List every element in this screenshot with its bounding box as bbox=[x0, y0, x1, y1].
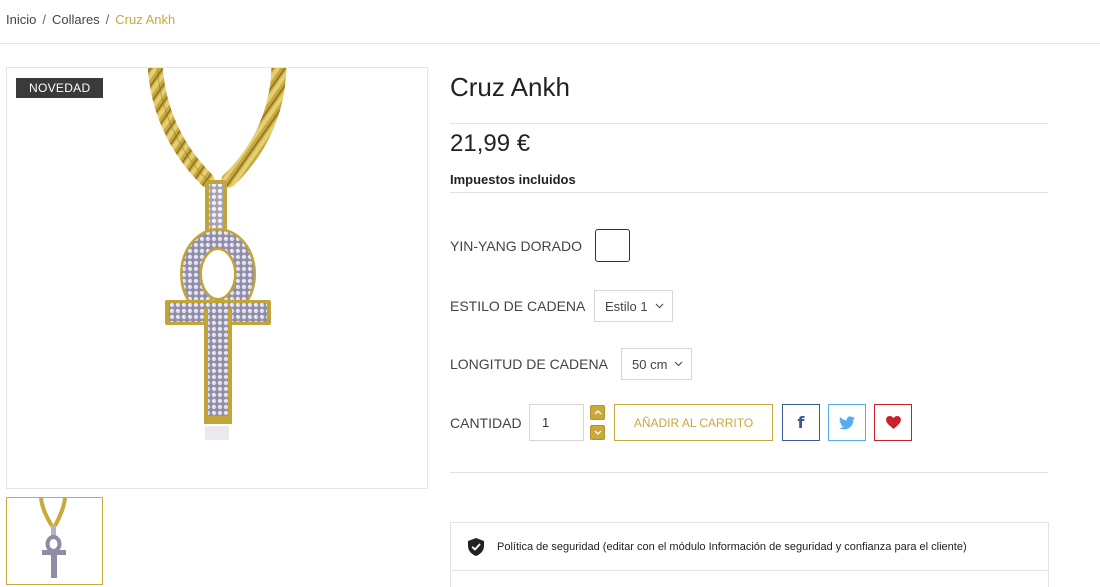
quantity-decrease-button[interactable] bbox=[590, 425, 605, 440]
product-main-image[interactable]: NOVEDAD bbox=[6, 67, 428, 489]
shield-check-icon bbox=[468, 537, 484, 556]
ankh-pendant-image bbox=[147, 68, 287, 440]
breadcrumb-separator: / bbox=[105, 12, 110, 27]
color-swatch[interactable] bbox=[595, 229, 630, 262]
product-price: 21,99 € bbox=[450, 130, 531, 157]
chain-style-label: ESTILO DE CADENA bbox=[450, 298, 586, 314]
twitter-icon bbox=[839, 415, 855, 429]
product-thumbnail[interactable] bbox=[6, 497, 103, 585]
divider bbox=[450, 123, 1048, 124]
reassurance-item: Política de seguridad (editar con el mód… bbox=[451, 523, 1048, 571]
twitter-share-button[interactable] bbox=[828, 404, 866, 441]
breadcrumb-separator: / bbox=[42, 12, 46, 27]
divider bbox=[450, 472, 1048, 473]
security-policy-text: Política de seguridad (editar con el mód… bbox=[497, 540, 967, 553]
chain-style-select[interactable]: Estilo 1 bbox=[594, 290, 673, 322]
chain-length-value: 50 cm bbox=[632, 356, 668, 372]
quantity-increase-button[interactable] bbox=[590, 405, 605, 420]
wishlist-button[interactable] bbox=[874, 404, 912, 441]
product-title: Cruz Ankh bbox=[450, 72, 570, 102]
facebook-share-button[interactable]: f bbox=[782, 404, 820, 441]
chain-length-label: LONGITUD DE CADENA bbox=[450, 356, 608, 372]
divider bbox=[450, 192, 1048, 193]
tax-note: Impuestos incluidos bbox=[450, 172, 576, 187]
chevron-down-icon bbox=[594, 430, 601, 435]
ankh-thumbnail-image bbox=[39, 498, 67, 578]
color-option-label: YIN-YANG DORADO bbox=[450, 238, 582, 254]
chain-style-value: Estilo 1 bbox=[605, 298, 648, 314]
breadcrumb: Inicio / Collares / Cruz Ankh bbox=[6, 12, 175, 27]
quantity-input[interactable]: 1 bbox=[529, 404, 584, 441]
chevron-down-icon bbox=[655, 303, 664, 309]
chevron-down-icon bbox=[674, 361, 683, 367]
new-badge: NOVEDAD bbox=[16, 78, 104, 98]
facebook-icon: f bbox=[797, 413, 805, 432]
chevron-up-icon bbox=[594, 410, 601, 415]
breadcrumb-current: Cruz Ankh bbox=[115, 12, 176, 27]
header-divider bbox=[0, 43, 1100, 44]
reassurance-block: Política de seguridad (editar con el mód… bbox=[450, 522, 1049, 587]
breadcrumb-home-link[interactable]: Inicio bbox=[6, 12, 36, 27]
breadcrumb-category-link[interactable]: Collares bbox=[52, 12, 100, 27]
quantity-label: CANTIDAD bbox=[450, 415, 522, 431]
chain-length-select[interactable]: 50 cm bbox=[621, 348, 693, 380]
add-to-cart-button[interactable]: AÑADIR AL CARRITO bbox=[614, 404, 773, 441]
heart-icon bbox=[885, 416, 901, 429]
